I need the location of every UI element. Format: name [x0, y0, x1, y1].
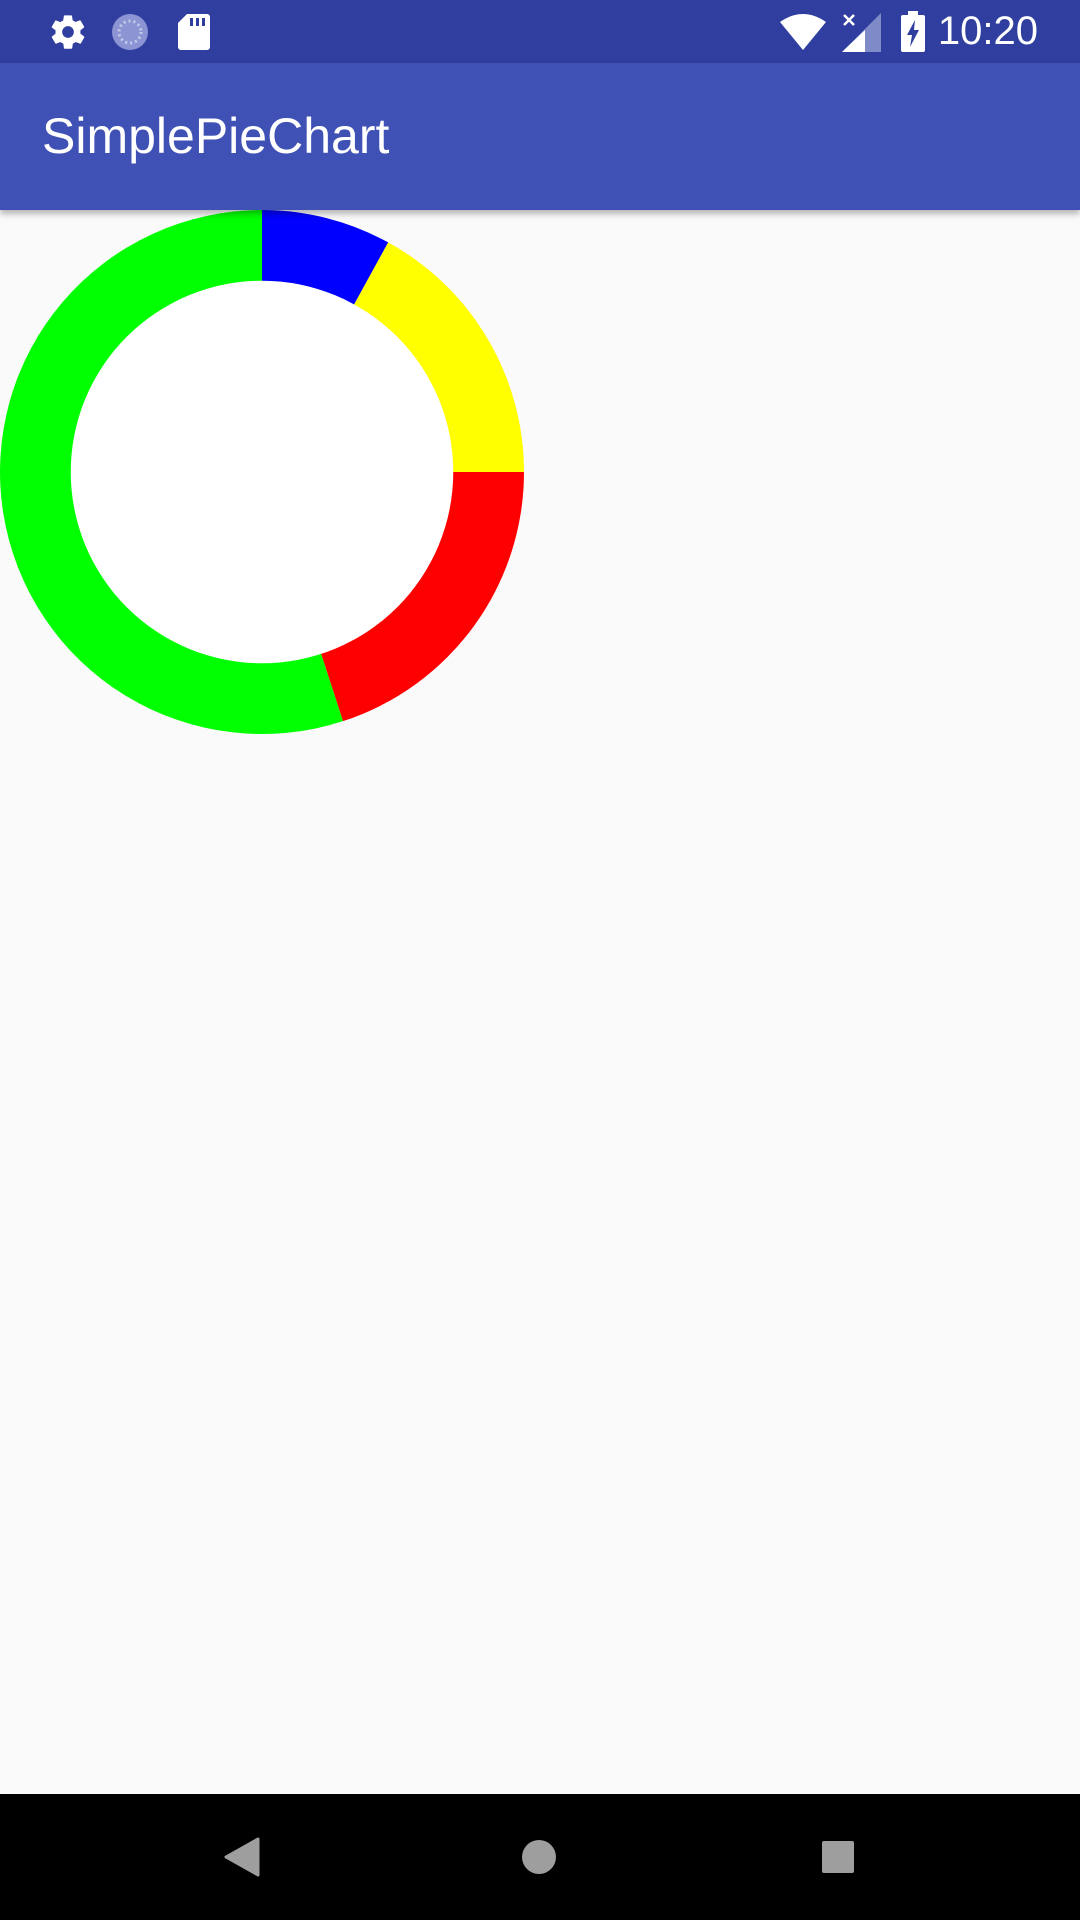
settings-icon — [46, 0, 90, 63]
content-area — [0, 210, 1080, 1794]
home-icon[interactable] — [469, 1794, 609, 1920]
wifi-icon — [778, 0, 828, 63]
navigation-bar — [0, 1794, 1080, 1920]
app-bar: SimplePieChart — [0, 63, 1080, 210]
no-signal-icon — [838, 0, 884, 63]
sd-card-icon — [174, 0, 214, 63]
battery-charging-icon — [898, 0, 928, 63]
donut-hole — [70, 280, 454, 664]
status-bar: 10:20 — [0, 0, 1080, 63]
app-title: SimplePieChart — [42, 108, 390, 164]
status-time: 10:20 — [937, 9, 1038, 53]
donut-chart — [0, 210, 524, 734]
back-icon[interactable] — [172, 1794, 312, 1920]
recents-icon[interactable] — [768, 1794, 908, 1920]
sync-icon — [108, 0, 152, 63]
